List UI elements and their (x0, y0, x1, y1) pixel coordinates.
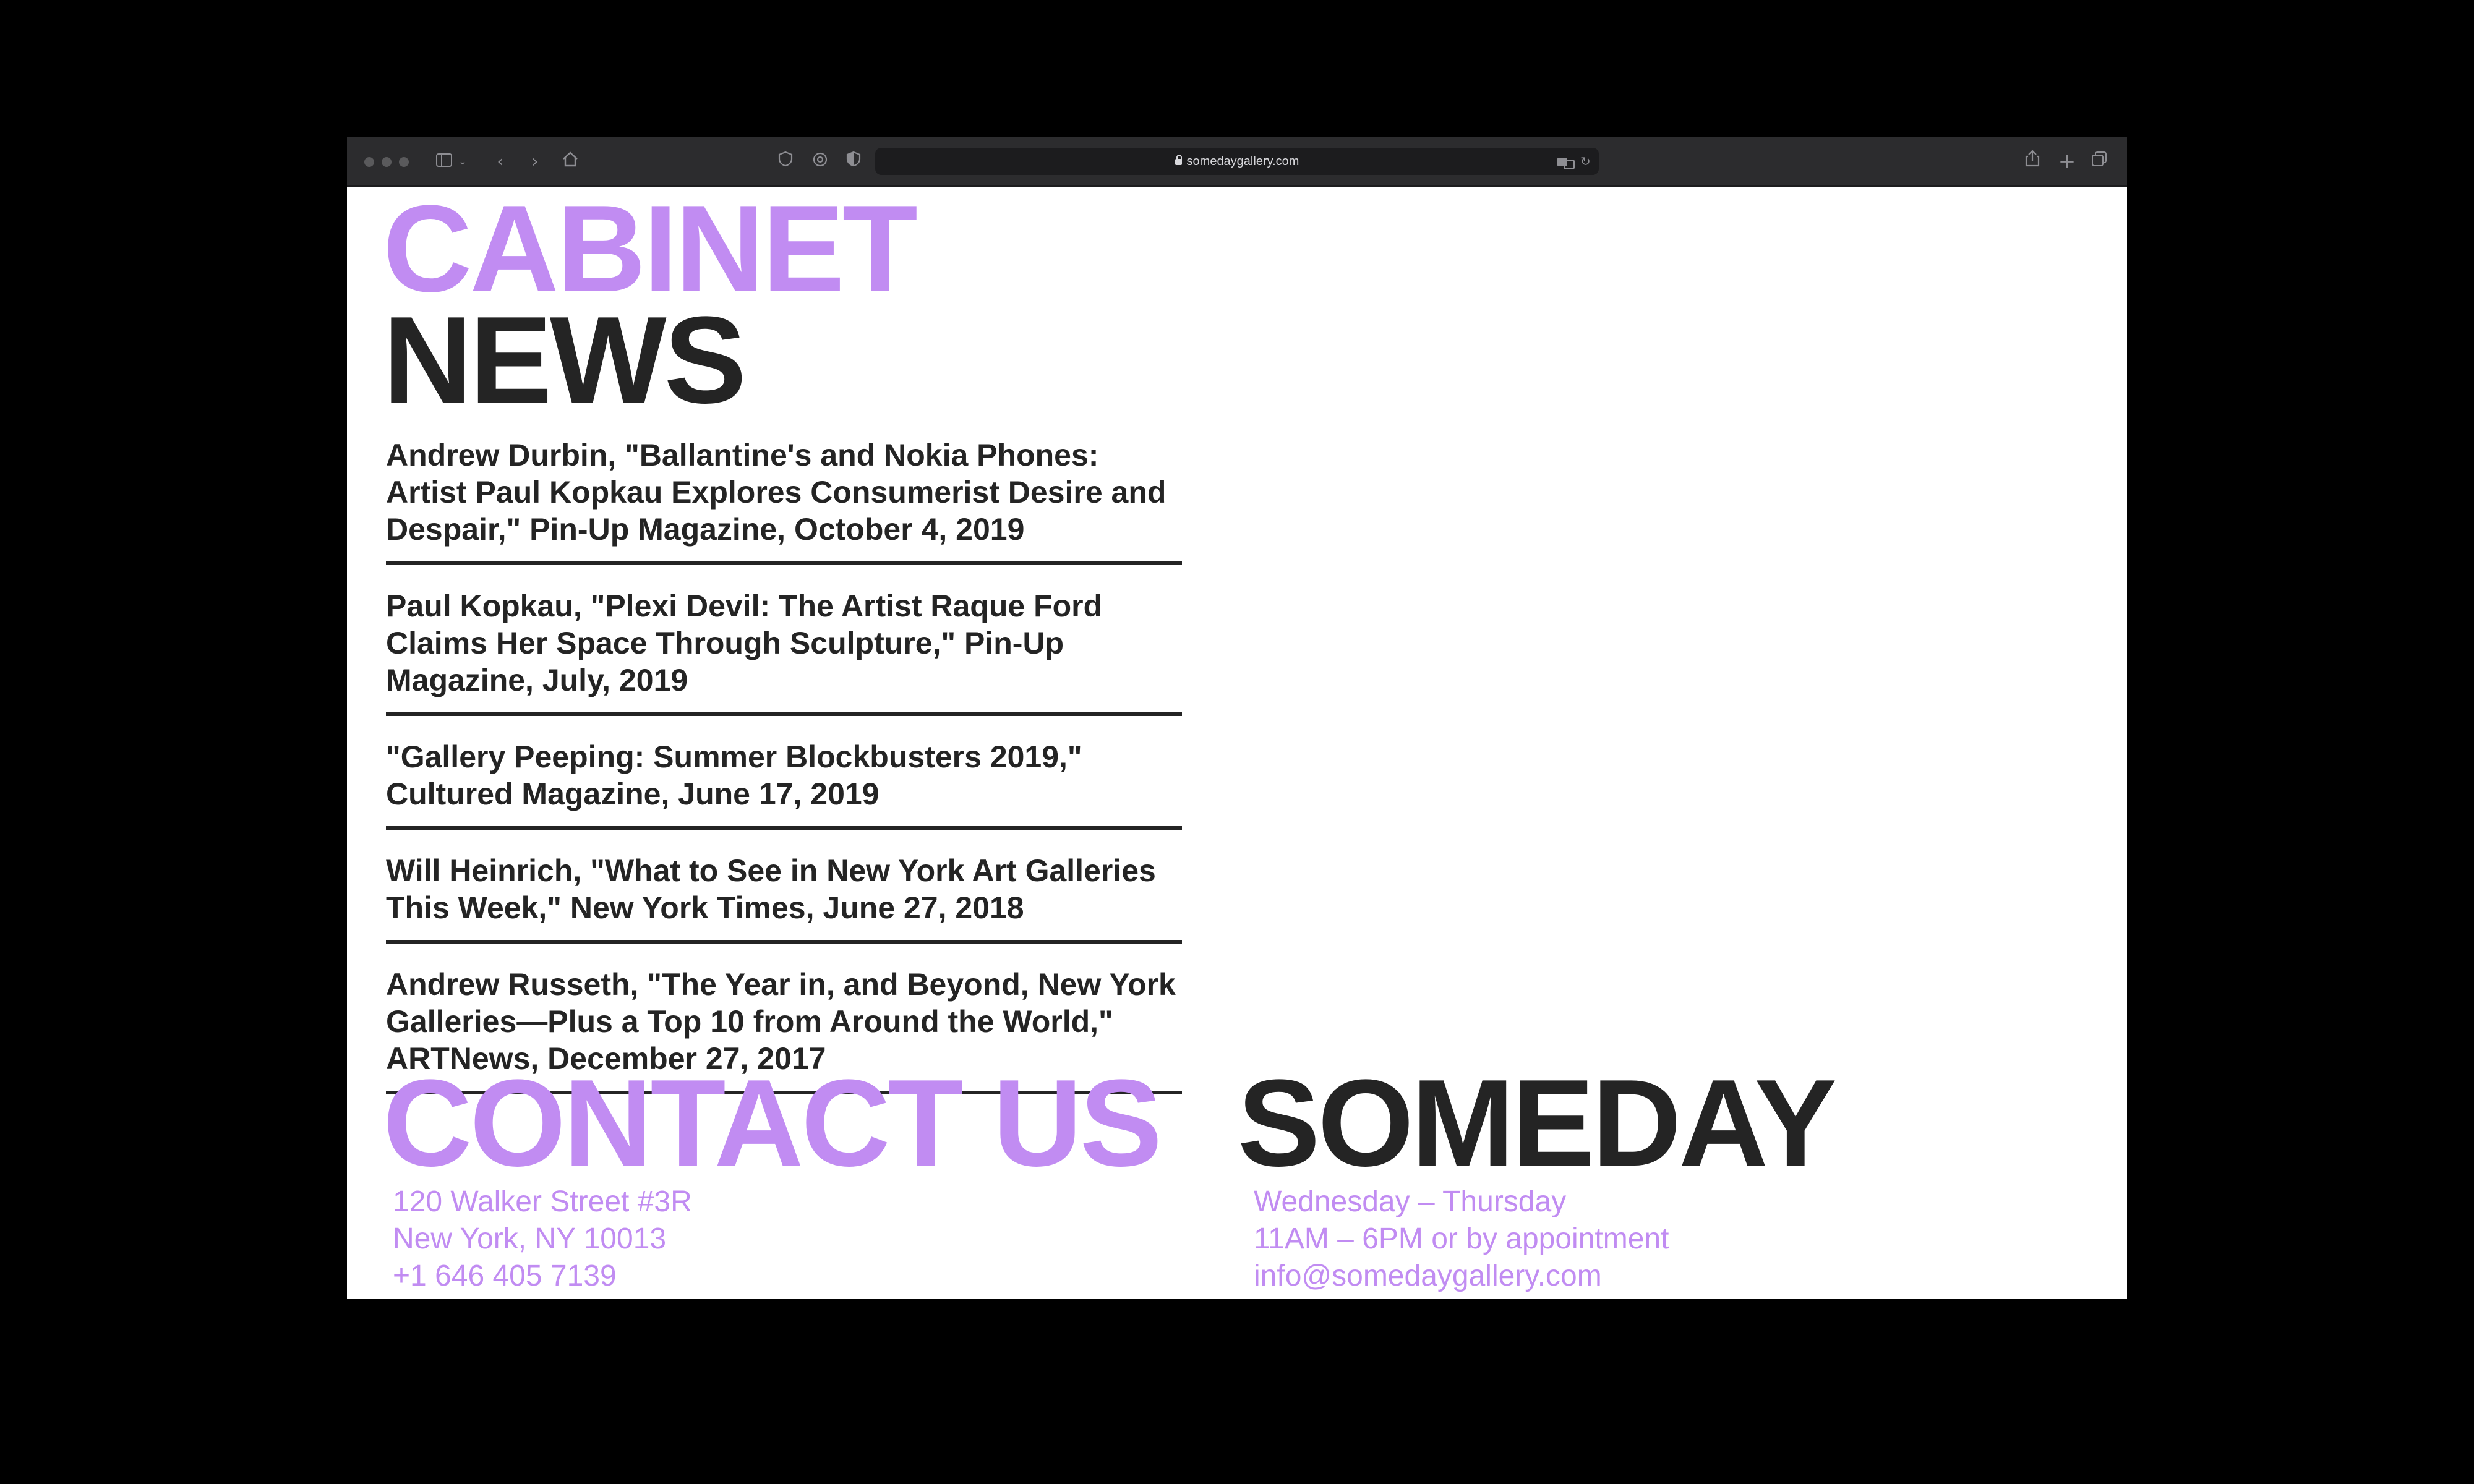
tab-overview-icon[interactable] (2089, 150, 2110, 173)
news-item[interactable]: Andrew Durbin, "Ballantine's and Nokia P… (386, 437, 1182, 565)
email-link[interactable]: info@somedaygallery.com (1254, 1258, 1602, 1295)
address-line-2: New York, NY 10013 (393, 1222, 667, 1255)
contact-heading: CONTACT US (383, 1054, 1162, 1192)
news-heading: NEWS (383, 291, 747, 429)
cabinet-heading: CABINET (383, 187, 918, 318)
news-item[interactable]: Will Heinrich, "What to See in New York … (386, 852, 1182, 944)
back-icon[interactable]: ‹ (492, 150, 509, 173)
phone-link[interactable]: +1 646 405 7139 (393, 1258, 617, 1295)
close-window-icon[interactable] (364, 157, 374, 167)
news-item[interactable]: Paul Kopkau, "Plexi Devil: The Artist Ra… (386, 587, 1182, 716)
share-icon[interactable] (2022, 150, 2043, 173)
chevron-down-icon[interactable]: ⌄ (457, 150, 468, 173)
reload-icon[interactable]: ↻ (1580, 148, 1591, 175)
hours-days: Wednesday – Thursday (1254, 1185, 1567, 1218)
privacy-icon[interactable] (810, 150, 831, 173)
zoom-window-icon[interactable] (399, 157, 409, 167)
home-icon[interactable] (560, 150, 581, 173)
browser-toolbar: ⌄ ‹ › somedaygallery.com ↻ + (347, 137, 2127, 187)
address-line-1: 120 Walker Street #3R (393, 1185, 692, 1218)
forward-icon[interactable]: › (526, 150, 544, 173)
news-list: Andrew Durbin, "Ballantine's and Nokia P… (386, 437, 1182, 1117)
translate-icon[interactable] (1557, 148, 1575, 175)
url-text: somedaygallery.com (1186, 155, 1299, 168)
brand-heading: SOMEDAY (1238, 1054, 1837, 1192)
shield-icon[interactable] (775, 150, 796, 173)
new-tab-icon[interactable]: + (2057, 150, 2078, 173)
lock-icon (1175, 155, 1182, 165)
url-display: somedaygallery.com (875, 148, 1599, 175)
sidebar-icon[interactable] (434, 150, 455, 173)
news-item[interactable]: "Gallery Peeping: Summer Blockbusters 20… (386, 738, 1182, 830)
address-bar[interactable]: somedaygallery.com ↻ (875, 148, 1599, 175)
minimize-window-icon[interactable] (382, 157, 392, 167)
hours-time: 11AM – 6PM or by appointment (1254, 1222, 1669, 1255)
browser-window: ⌄ ‹ › somedaygallery.com ↻ + CABINET NEW… (347, 137, 2127, 1298)
reader-contrast-icon[interactable] (843, 150, 864, 173)
page-content: CABINET NEWS Andrew Durbin, "Ballantine'… (347, 187, 2127, 1298)
